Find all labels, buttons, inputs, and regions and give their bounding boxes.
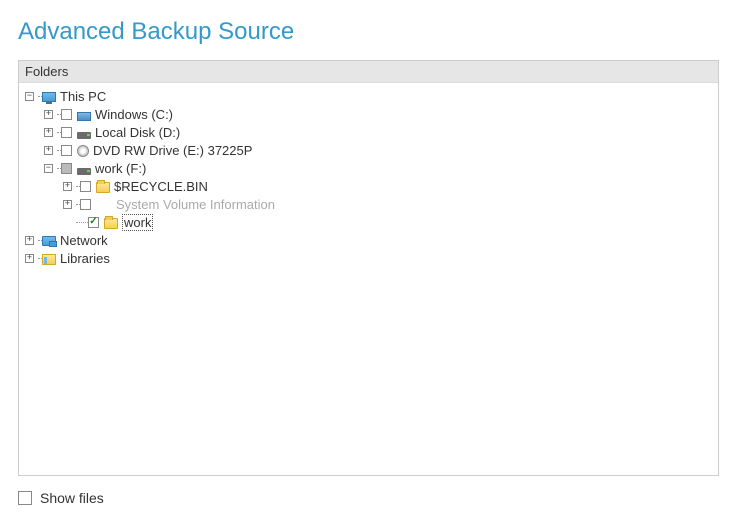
tree-node-svi[interactable]: + System Volume Information [21,195,716,213]
tree-node-drive-d[interactable]: + Local Disk (D:) [21,123,716,141]
node-label: work (F:) [95,161,146,176]
libraries-icon [42,254,56,265]
expand-toggle[interactable]: + [44,110,53,119]
pc-icon [42,92,56,102]
node-label: $RECYCLE.BIN [114,179,208,194]
expand-spacer [63,218,72,227]
expand-toggle[interactable]: + [25,254,34,263]
page-title: Advanced Backup Source [18,18,719,46]
expand-toggle[interactable]: + [44,128,53,137]
node-label: DVD RW Drive (E:) 37225P [93,143,252,158]
tree-node-drive-c[interactable]: + Windows (C:) [21,105,716,123]
expand-toggle[interactable]: + [25,236,34,245]
checkbox[interactable] [61,109,72,120]
node-label: Libraries [60,251,110,266]
drive-icon [77,168,91,175]
checkbox[interactable] [80,199,91,210]
tree-node-recycle-bin[interactable]: + $RECYCLE.BIN [21,177,716,195]
tree-node-libraries[interactable]: + Libraries [21,249,716,267]
checkbox-checked[interactable] [88,217,99,228]
tree-node-drive-f[interactable]: − work (F:) [21,159,716,177]
panel-header: Folders [19,61,718,83]
node-label: Network [60,233,108,248]
tree-node-work-folder[interactable]: work [21,213,716,231]
node-label-selected: work [122,214,153,231]
network-icon [42,236,56,246]
node-label: Local Disk (D:) [95,125,180,140]
drive-icon [77,112,91,121]
tree-node-this-pc[interactable]: − This PC [21,87,716,105]
checkbox[interactable] [61,145,72,156]
show-files-row: Show files [18,490,719,506]
folder-icon [96,182,110,193]
tree-node-network[interactable]: + Network [21,231,716,249]
folder-tree: − This PC + Windows (C:) + Local Disk (D… [19,83,718,475]
node-label: Windows (C:) [95,107,173,122]
expand-toggle[interactable]: + [44,146,53,155]
collapse-toggle[interactable]: − [25,92,34,101]
dvd-icon [77,145,89,157]
folder-icon [104,218,118,229]
node-label: This PC [60,89,106,104]
show-files-checkbox[interactable] [18,491,32,505]
collapse-toggle[interactable]: − [44,164,53,173]
node-label: System Volume Information [116,197,275,212]
checkbox[interactable] [80,181,91,192]
expand-toggle[interactable]: + [63,182,72,191]
folders-panel: Folders − This PC + Windows (C:) + Loca [18,60,719,476]
tree-node-drive-e[interactable]: + DVD RW Drive (E:) 37225P [21,141,716,159]
folder-icon [96,197,112,211]
expand-toggle[interactable]: + [63,200,72,209]
show-files-label: Show files [40,490,104,506]
drive-icon [77,132,91,139]
checkbox[interactable] [61,127,72,138]
checkbox-partial[interactable] [61,163,72,174]
